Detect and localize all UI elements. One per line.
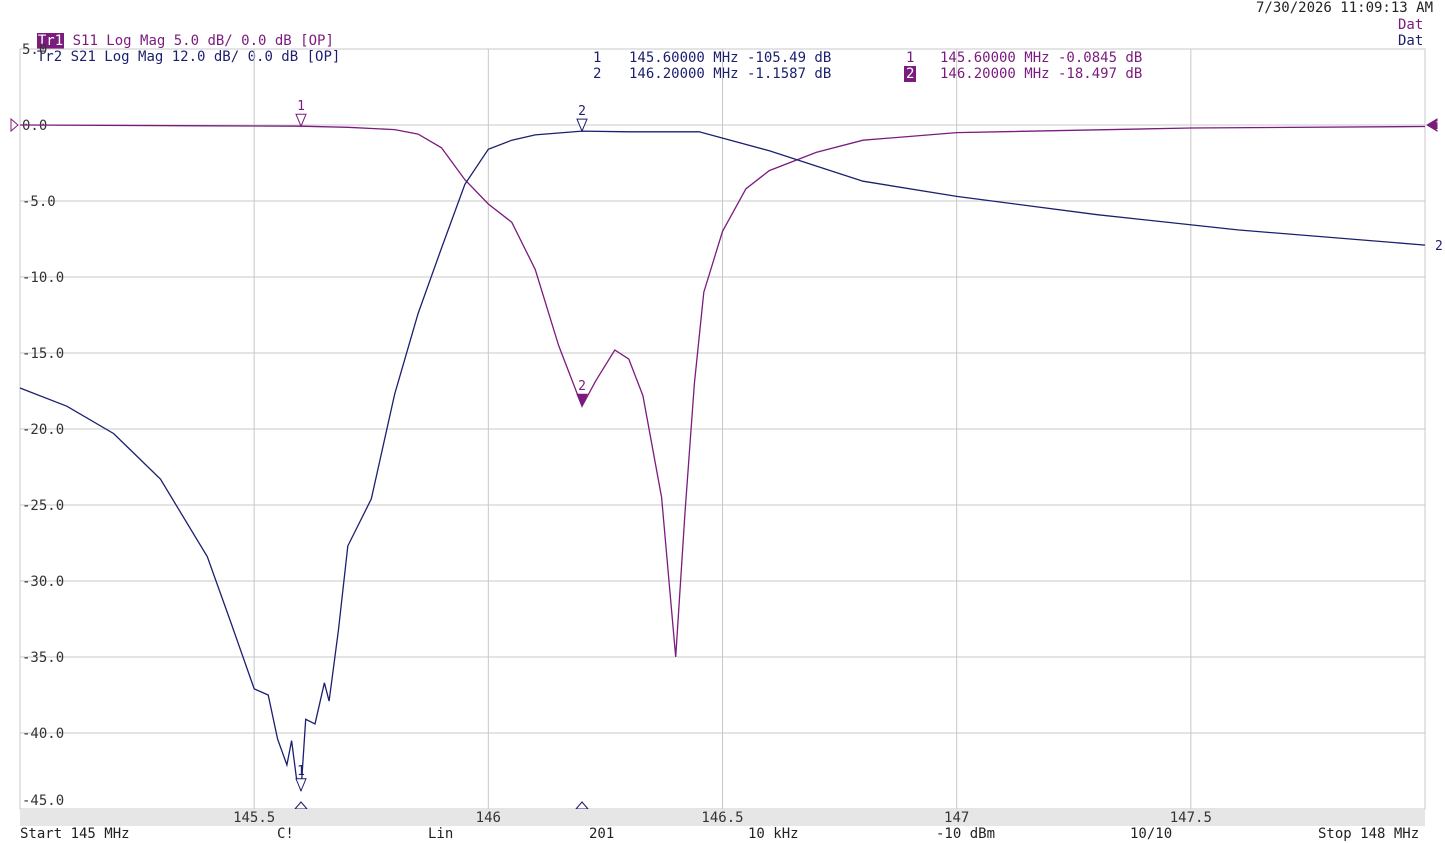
marker-label: 1 bbox=[297, 764, 305, 779]
chart-markers: 1 2 1 2 bbox=[293, 99, 590, 810]
y-tick-label: -10.0 bbox=[22, 270, 64, 286]
y-tick-label: 0.0 bbox=[22, 118, 47, 134]
y-tick-label: 5.0 bbox=[22, 42, 47, 58]
footer-points[interactable]: 201 bbox=[589, 826, 614, 842]
y-tick-label: -35.0 bbox=[22, 650, 64, 666]
footer-avg[interactable]: 10/10 bbox=[1130, 826, 1172, 842]
y-tick-label: -40.0 bbox=[22, 726, 64, 742]
footer-stop[interactable]: Stop 148 MHz bbox=[1318, 826, 1419, 842]
marker-s21-1 bbox=[295, 778, 307, 793]
footer-start[interactable]: Start 145 MHz bbox=[20, 826, 130, 842]
footer-scale[interactable]: Lin bbox=[428, 826, 453, 842]
footer-marker-flag: C! bbox=[277, 826, 294, 842]
trace2-end-label: 2 bbox=[1435, 239, 1443, 254]
marker-label: 1 bbox=[297, 99, 305, 114]
ref-level-arrow bbox=[10, 117, 19, 133]
y-tick-label: -5.0 bbox=[22, 194, 56, 210]
trace1-end-label: 1 bbox=[1435, 119, 1442, 133]
y-tick-label: -30.0 bbox=[22, 574, 64, 590]
y-tick-label: -15.0 bbox=[22, 346, 64, 362]
marker-label: 2 bbox=[578, 379, 586, 394]
y-tick-label: -25.0 bbox=[22, 498, 64, 514]
marker-label: 2 bbox=[578, 104, 586, 119]
y-tick-label: -45.0 bbox=[22, 793, 64, 809]
marker-stimulus-indicator bbox=[293, 801, 309, 810]
footer-ifbw[interactable]: 10 kHz bbox=[748, 826, 799, 842]
chart-grid bbox=[19, 48, 1426, 810]
marker-stimulus-indicator bbox=[574, 801, 590, 810]
y-tick-labels: 5.0 0.0 -5.0 -10.0 -15.0 -20.0 -25.0 -30.0 -35.0… bbox=[22, 42, 64, 809]
footer-power[interactable]: -10 dBm bbox=[936, 826, 995, 842]
chart-traces: 12 bbox=[10, 117, 1443, 792]
marker-s11-1 bbox=[295, 113, 307, 128]
x-axis-strip bbox=[20, 809, 1425, 826]
chart-plot-area[interactable]: 5.0 0.0 -5.0 -10.0 -15.0 -20.0 -25.0 -30.0 -35.0… bbox=[0, 0, 1445, 843]
y-tick-label: -20.0 bbox=[22, 422, 64, 438]
